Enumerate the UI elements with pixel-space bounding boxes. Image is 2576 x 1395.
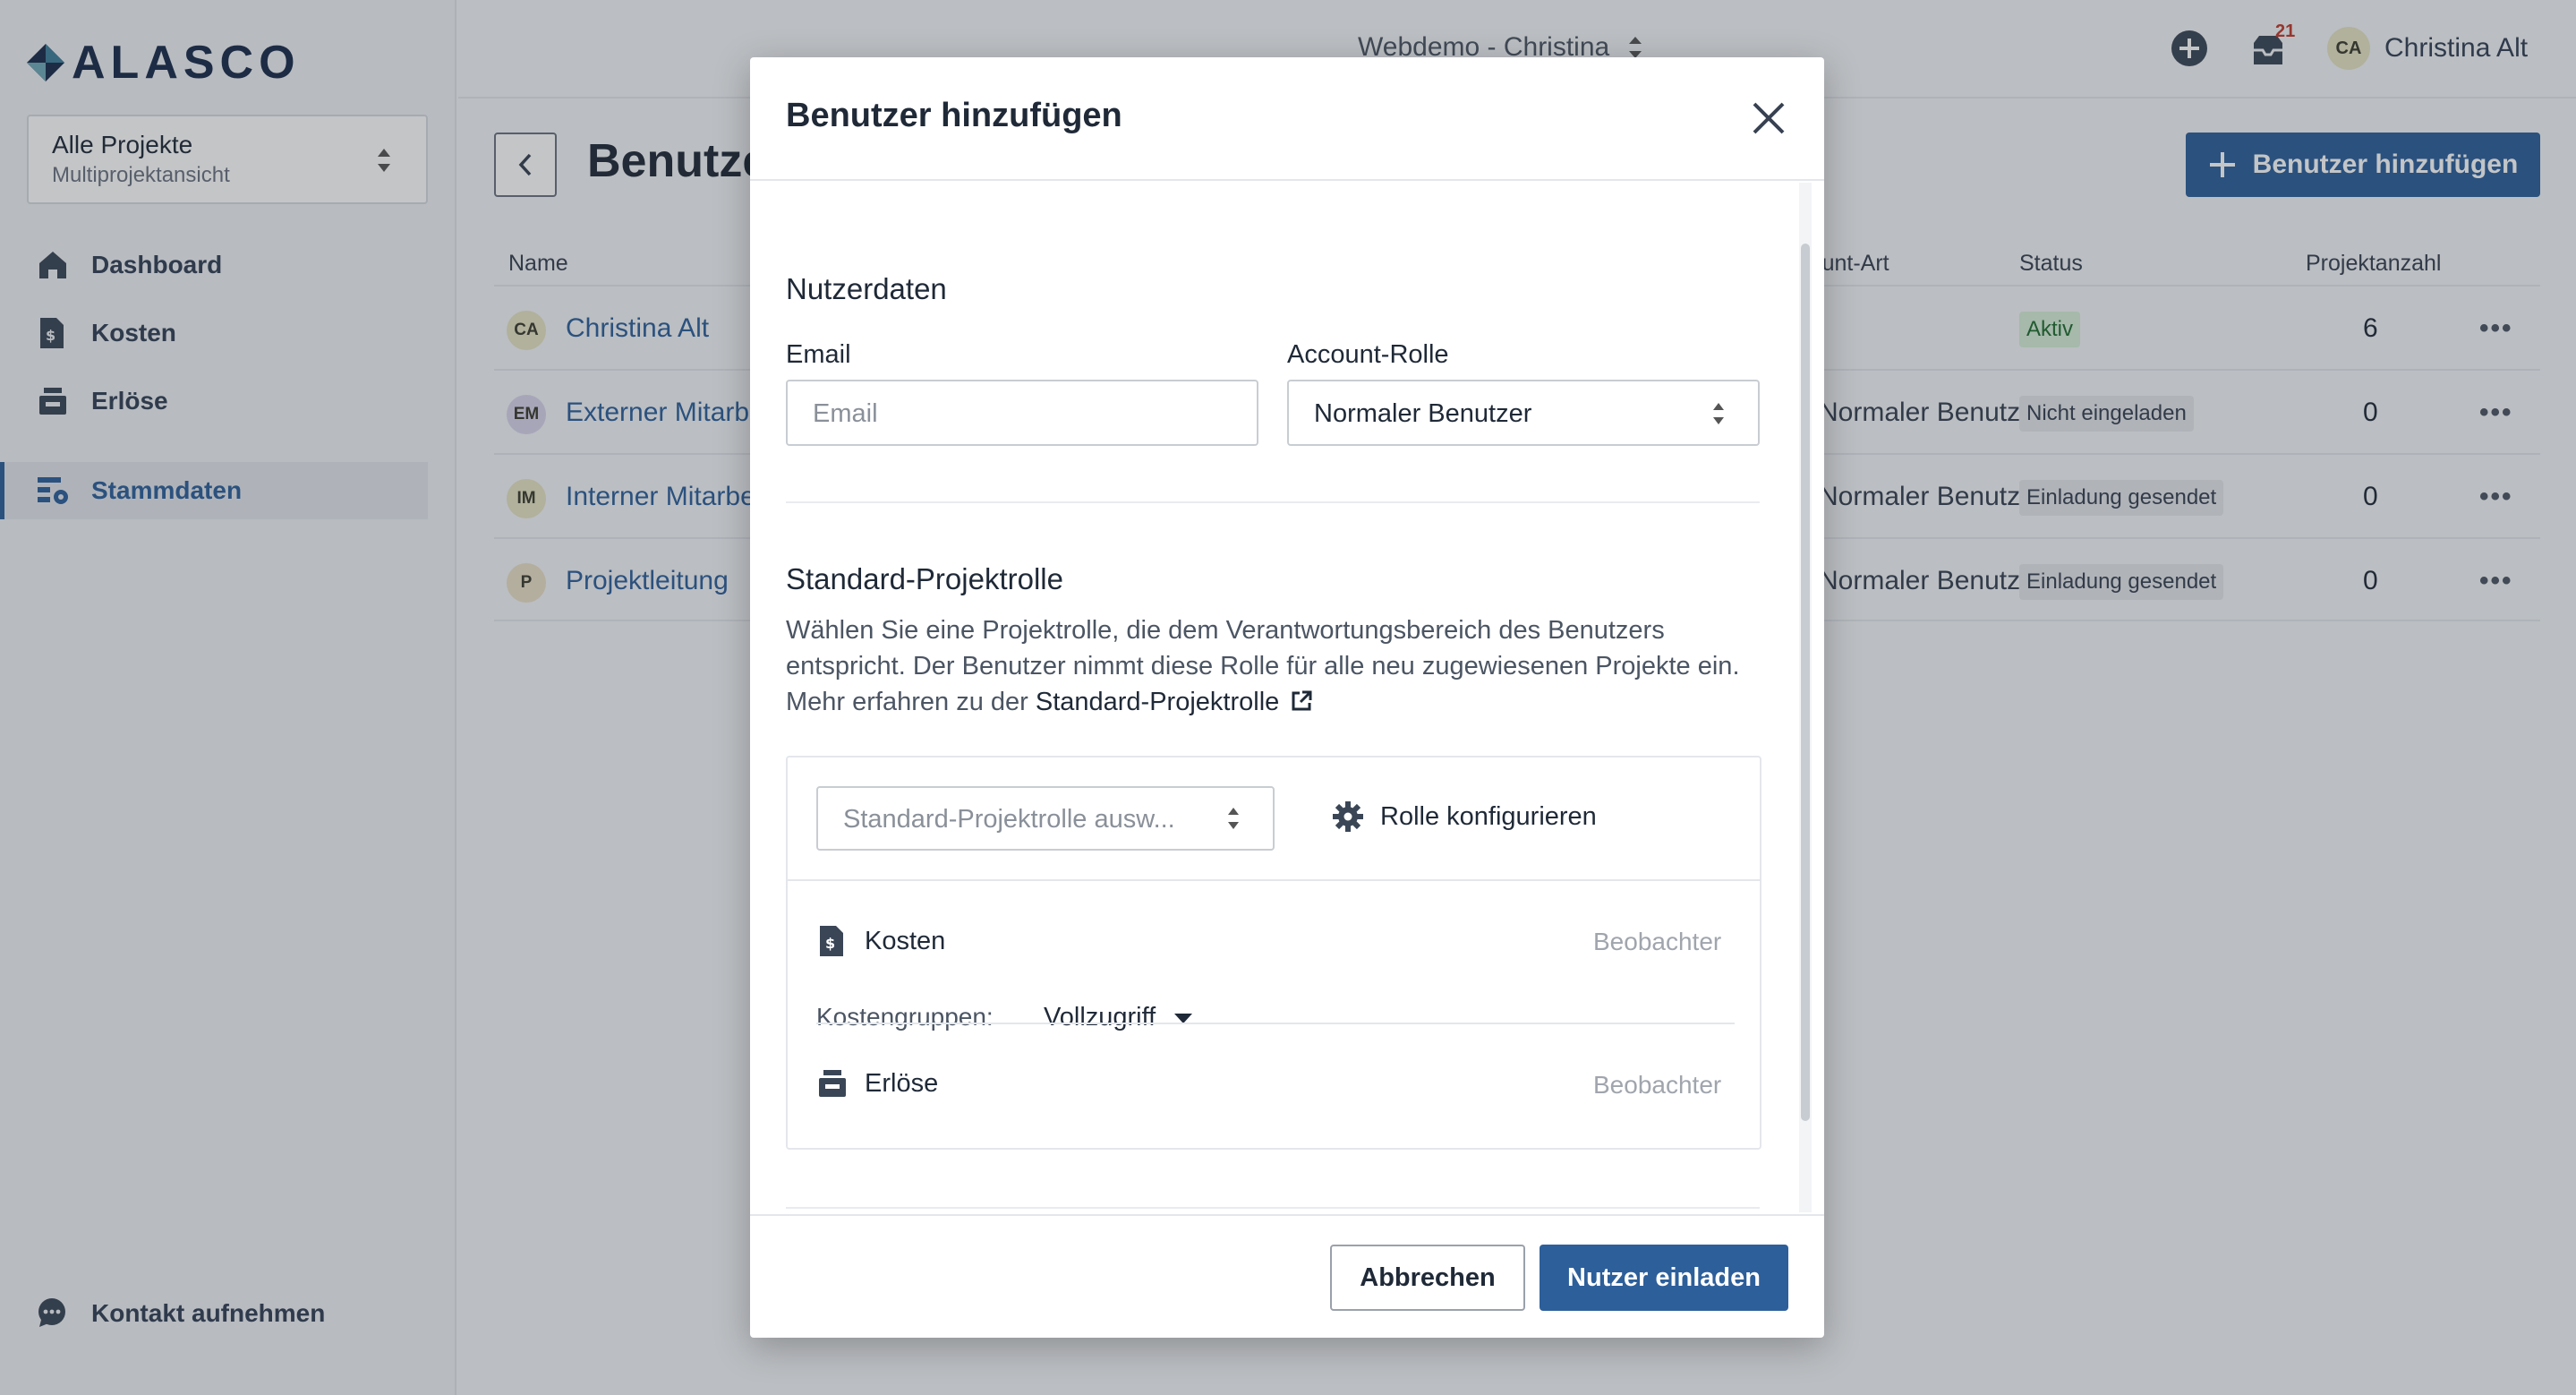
close-icon[interactable] bbox=[1749, 98, 1788, 138]
permission-label: Kosten bbox=[865, 926, 946, 955]
cost-groups-dropdown[interactable]: Vollzugriff bbox=[1044, 1003, 1193, 1032]
permission-level: Beobachter bbox=[1593, 928, 1722, 955]
gear-icon bbox=[1333, 801, 1363, 832]
modal-body: Nutzerdaten Email Email Account-Rolle No… bbox=[750, 183, 1824, 1214]
default-role-heading: Standard-Projektrolle bbox=[786, 562, 1063, 595]
permission-level: Beobachter bbox=[1593, 1071, 1722, 1099]
divider bbox=[786, 501, 1760, 503]
scrollbar-thumb[interactable] bbox=[1801, 244, 1810, 1121]
updown-chevron-icon bbox=[1228, 808, 1239, 829]
permission-erloese: Erlöse bbox=[816, 1067, 938, 1100]
invite-user-button[interactable]: Nutzer einladen bbox=[1540, 1245, 1788, 1311]
default-role-select-placeholder: Standard-Projektrolle ausw... bbox=[843, 805, 1175, 834]
divider bbox=[786, 1207, 1760, 1209]
account-role-label: Account-Rolle bbox=[1287, 340, 1449, 369]
cost-groups-value: Vollzugriff bbox=[1044, 1003, 1156, 1031]
add-user-modal: Benutzer hinzufügen Nutzerdaten Email Em… bbox=[750, 57, 1824, 1338]
account-role-select[interactable]: Normaler Benutzer bbox=[1287, 380, 1760, 446]
default-role-link-text: Standard-Projektrolle bbox=[1035, 688, 1280, 716]
email-label: Email bbox=[786, 340, 851, 369]
default-role-card: Standard-Projektrolle ausw... Rolle konf… bbox=[786, 756, 1761, 1150]
cost-groups-label: Kostengruppen: bbox=[816, 1003, 994, 1031]
default-role-select[interactable]: Standard-Projektrolle ausw... bbox=[816, 786, 1275, 851]
permission-kosten: $ Kosten bbox=[816, 924, 945, 958]
updown-chevron-icon bbox=[1713, 403, 1724, 424]
account-role-value: Normaler Benutzer bbox=[1314, 399, 1532, 428]
divider bbox=[816, 1023, 1735, 1024]
svg-text:$: $ bbox=[825, 935, 835, 952]
configure-role-label: Rolle konfigurieren bbox=[1380, 801, 1597, 831]
configure-role-button[interactable]: Rolle konfigurieren bbox=[1332, 800, 1597, 833]
default-role-description: Wählen Sie eine Projektrolle, die dem Ve… bbox=[786, 612, 1761, 720]
modal-header: Benutzer hinzufügen bbox=[750, 57, 1824, 181]
permission-label: Erlöse bbox=[865, 1068, 939, 1098]
external-link-icon bbox=[1292, 690, 1312, 711]
modal-title: Benutzer hinzufügen bbox=[786, 97, 1122, 134]
cancel-button[interactable]: Abbrechen bbox=[1330, 1245, 1525, 1311]
default-role-link[interactable]: Standard-Projektrolle bbox=[1036, 688, 1313, 716]
role-select-row: Standard-Projektrolle ausw... Rolle konf… bbox=[788, 757, 1760, 881]
cost-document-icon: $ bbox=[820, 926, 843, 956]
email-field[interactable]: Email bbox=[786, 380, 1258, 446]
user-data-heading: Nutzerdaten bbox=[786, 272, 947, 305]
modal-scrollbar[interactable] bbox=[1799, 183, 1812, 1212]
modal-footer: Abbrechen Nutzer einladen bbox=[750, 1214, 1824, 1338]
cash-register-icon bbox=[819, 1070, 846, 1097]
